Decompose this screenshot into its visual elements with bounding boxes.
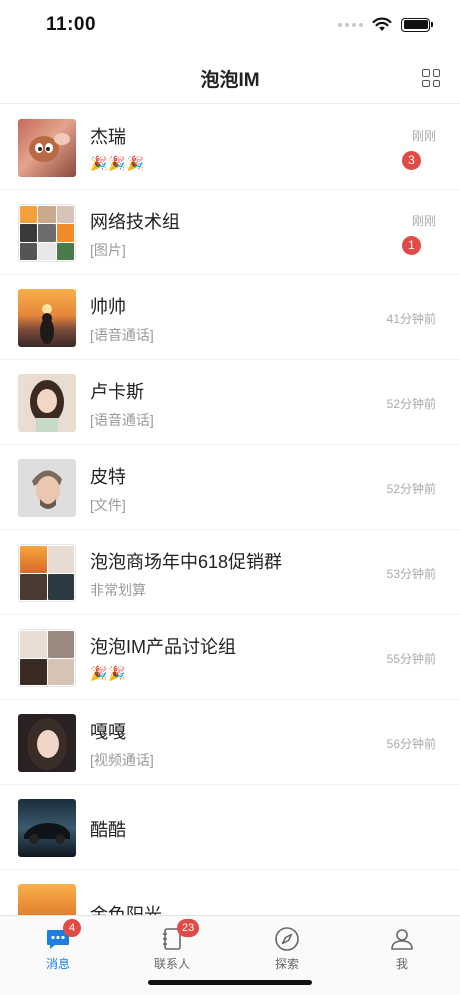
avatar — [18, 459, 76, 517]
chat-time: 52分钟前 — [386, 397, 436, 411]
chat-name: 帅帅 — [90, 297, 126, 317]
wifi-icon — [372, 17, 392, 31]
status-time: 11:00 — [46, 14, 97, 35]
tab-label: 消息 — [45, 957, 70, 971]
chat-time: 55分钟前 — [386, 652, 436, 666]
chat-item-jerry[interactable]: 杰瑞 🎉🎉🎉 刚刚 3 — [0, 105, 460, 190]
avatar — [18, 289, 76, 347]
chat-time: 41分钟前 — [386, 312, 436, 326]
chat-time: 53分钟前 — [386, 567, 436, 581]
avatar — [18, 799, 76, 857]
chat-time: 刚刚 — [411, 214, 436, 228]
chat-preview: 🎉🎉🎉 — [90, 155, 146, 171]
chat-item-peter[interactable]: 皮特 [文件] 52分钟前 — [0, 445, 460, 530]
avatar — [18, 884, 76, 915]
chat-time: 52分钟前 — [386, 482, 436, 496]
avatar — [18, 714, 76, 772]
status-bar: 11:00 — [0, 0, 460, 52]
unread-badge: 1 — [402, 236, 421, 255]
chat-name: 泡泡IM产品讨论组 — [90, 637, 236, 657]
tab-label: 探索 — [274, 957, 299, 971]
chat-bubble-icon: 4 — [45, 919, 81, 952]
chat-name: 嘎嘎 — [90, 722, 126, 742]
chat-preview: [图片] — [90, 242, 126, 258]
chat-item-kuku[interactable]: 酷酷 — [0, 785, 460, 870]
tab-badge: 23 — [177, 919, 200, 937]
chat-name: 酷酷 — [90, 820, 126, 840]
page-title: 泡泡IM — [200, 70, 260, 91]
chat-item-gaga[interactable]: 嘎嘎 [视频通话] 56分钟前 — [0, 700, 460, 785]
chat-name: 金色阳光 — [90, 905, 162, 915]
contacts-book-icon: 23 — [159, 919, 200, 952]
signal-icon — [338, 22, 363, 27]
tab-label: 我 — [395, 957, 408, 971]
avatar — [18, 119, 76, 177]
chat-preview: [语音通话] — [90, 327, 154, 343]
chat-item-shuaishuai[interactable]: 帅帅 [语音通话] 41分钟前 — [0, 275, 460, 360]
chat-item-network-tech-group[interactable]: 网络技术组 [图片] 刚刚 1 — [0, 190, 460, 275]
unread-badge: 3 — [402, 151, 421, 170]
tab-label: 联系人 — [153, 957, 190, 971]
tab-badge: 4 — [63, 919, 81, 937]
chat-item-product-discussion-group[interactable]: 泡泡IM产品讨论组 🎉🎉 55分钟前 — [0, 615, 460, 700]
chat-list[interactable]: 杰瑞 🎉🎉🎉 刚刚 3 网络技术组 [图片] 刚刚 1 帅帅 [语音通话] 41… — [0, 105, 460, 915]
chat-preview: [视频通话] — [90, 752, 154, 768]
battery-icon — [401, 17, 433, 32]
chat-name: 皮特 — [90, 467, 126, 487]
chat-preview: [文件] — [90, 497, 126, 513]
compass-icon — [274, 926, 300, 952]
chat-item-golden-sunshine[interactable]: 金色阳光 — [0, 870, 460, 915]
chat-preview: [语音通话] — [90, 412, 154, 428]
chat-name: 网络技术组 — [90, 212, 180, 232]
chat-item-lucas[interactable]: 卢卡斯 [语音通话] 52分钟前 — [0, 360, 460, 445]
chat-time: 56分钟前 — [386, 737, 436, 751]
tab-discover[interactable]: 探索 — [257, 926, 317, 972]
nav-bar: 泡泡IM — [0, 52, 460, 104]
chat-name: 泡泡商场年中618促销群 — [90, 552, 283, 572]
avatar — [18, 374, 76, 432]
tab-messages[interactable]: 4 消息 — [28, 919, 88, 972]
status-indicators — [338, 17, 433, 32]
group-avatar — [18, 204, 76, 262]
group-avatar — [18, 629, 76, 687]
chat-preview: 🎉🎉 — [90, 665, 127, 681]
grid-icon[interactable] — [422, 69, 440, 87]
tab-contacts[interactable]: 23 联系人 — [142, 919, 202, 972]
chat-time: 刚刚 — [411, 129, 436, 143]
group-avatar — [18, 544, 76, 602]
person-icon — [389, 926, 415, 952]
tab-bar: 4 消息 23 联系人 探索 我 — [0, 915, 460, 995]
chat-item-mall-promo-group[interactable]: 泡泡商场年中618促销群 非常划算 53分钟前 — [0, 530, 460, 615]
chat-name: 卢卡斯 — [90, 382, 144, 402]
home-indicator — [148, 980, 312, 985]
tab-me[interactable]: 我 — [372, 926, 432, 972]
chat-name: 杰瑞 — [90, 127, 126, 147]
chat-preview: 非常划算 — [90, 582, 146, 598]
